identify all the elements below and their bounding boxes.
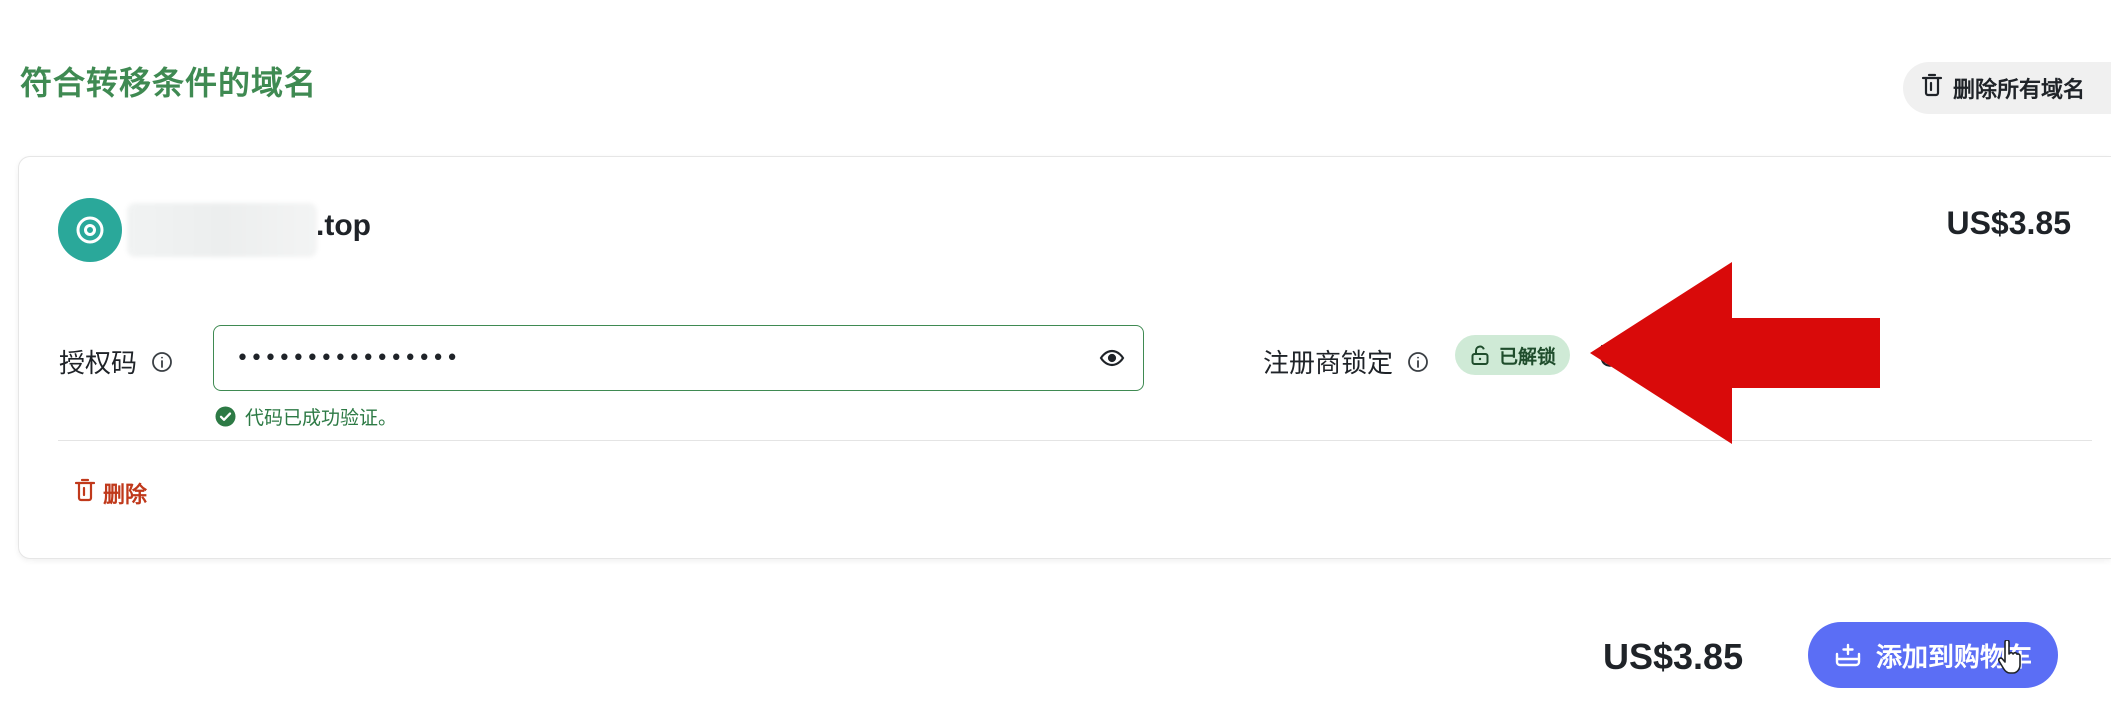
verification-text: 代码已成功验证。	[245, 408, 398, 429]
verification-message: 代码已成功验证。	[215, 403, 397, 430]
domain-target-icon	[58, 198, 122, 262]
section-title: 符合转移条件的域名	[20, 65, 318, 101]
delete-domain-button[interactable]: 删除	[74, 477, 148, 509]
redacted-domain-name	[127, 203, 317, 257]
auth-code-field[interactable]	[213, 325, 1144, 391]
trash-icon	[1921, 73, 1943, 103]
info-icon[interactable]	[1407, 351, 1429, 373]
eye-icon[interactable]	[1099, 345, 1125, 371]
auth-code-input[interactable]	[236, 345, 1099, 371]
add-to-cart-icon	[1835, 643, 1861, 667]
info-icon[interactable]	[151, 351, 173, 373]
lock-status-badge: 已解锁	[1455, 335, 1571, 375]
trash-icon	[74, 478, 96, 508]
auth-code-label: 授权码	[59, 348, 138, 378]
unlock-icon	[1471, 345, 1489, 365]
domain-price: US$3.85	[1946, 205, 2071, 241]
total-price: US$3.85	[1603, 636, 1744, 677]
remove-all-domains-button[interactable]: 删除所有域名	[1903, 62, 2111, 114]
registrar-lock-label-group: 注册商锁定	[1263, 343, 1429, 380]
lock-status-text: 已解锁	[1499, 346, 1557, 368]
red-arrow-annotation	[1590, 262, 1880, 444]
check-circle-icon	[215, 406, 236, 427]
domain-tld: .top	[316, 209, 371, 242]
auth-code-label-group: 授权码	[59, 343, 173, 380]
delete-label: 删除	[103, 482, 148, 507]
registrar-lock-label: 注册商锁定	[1263, 348, 1394, 378]
hand-cursor-icon	[1998, 640, 2022, 674]
remove-all-label: 删除所有域名	[1953, 77, 2086, 102]
